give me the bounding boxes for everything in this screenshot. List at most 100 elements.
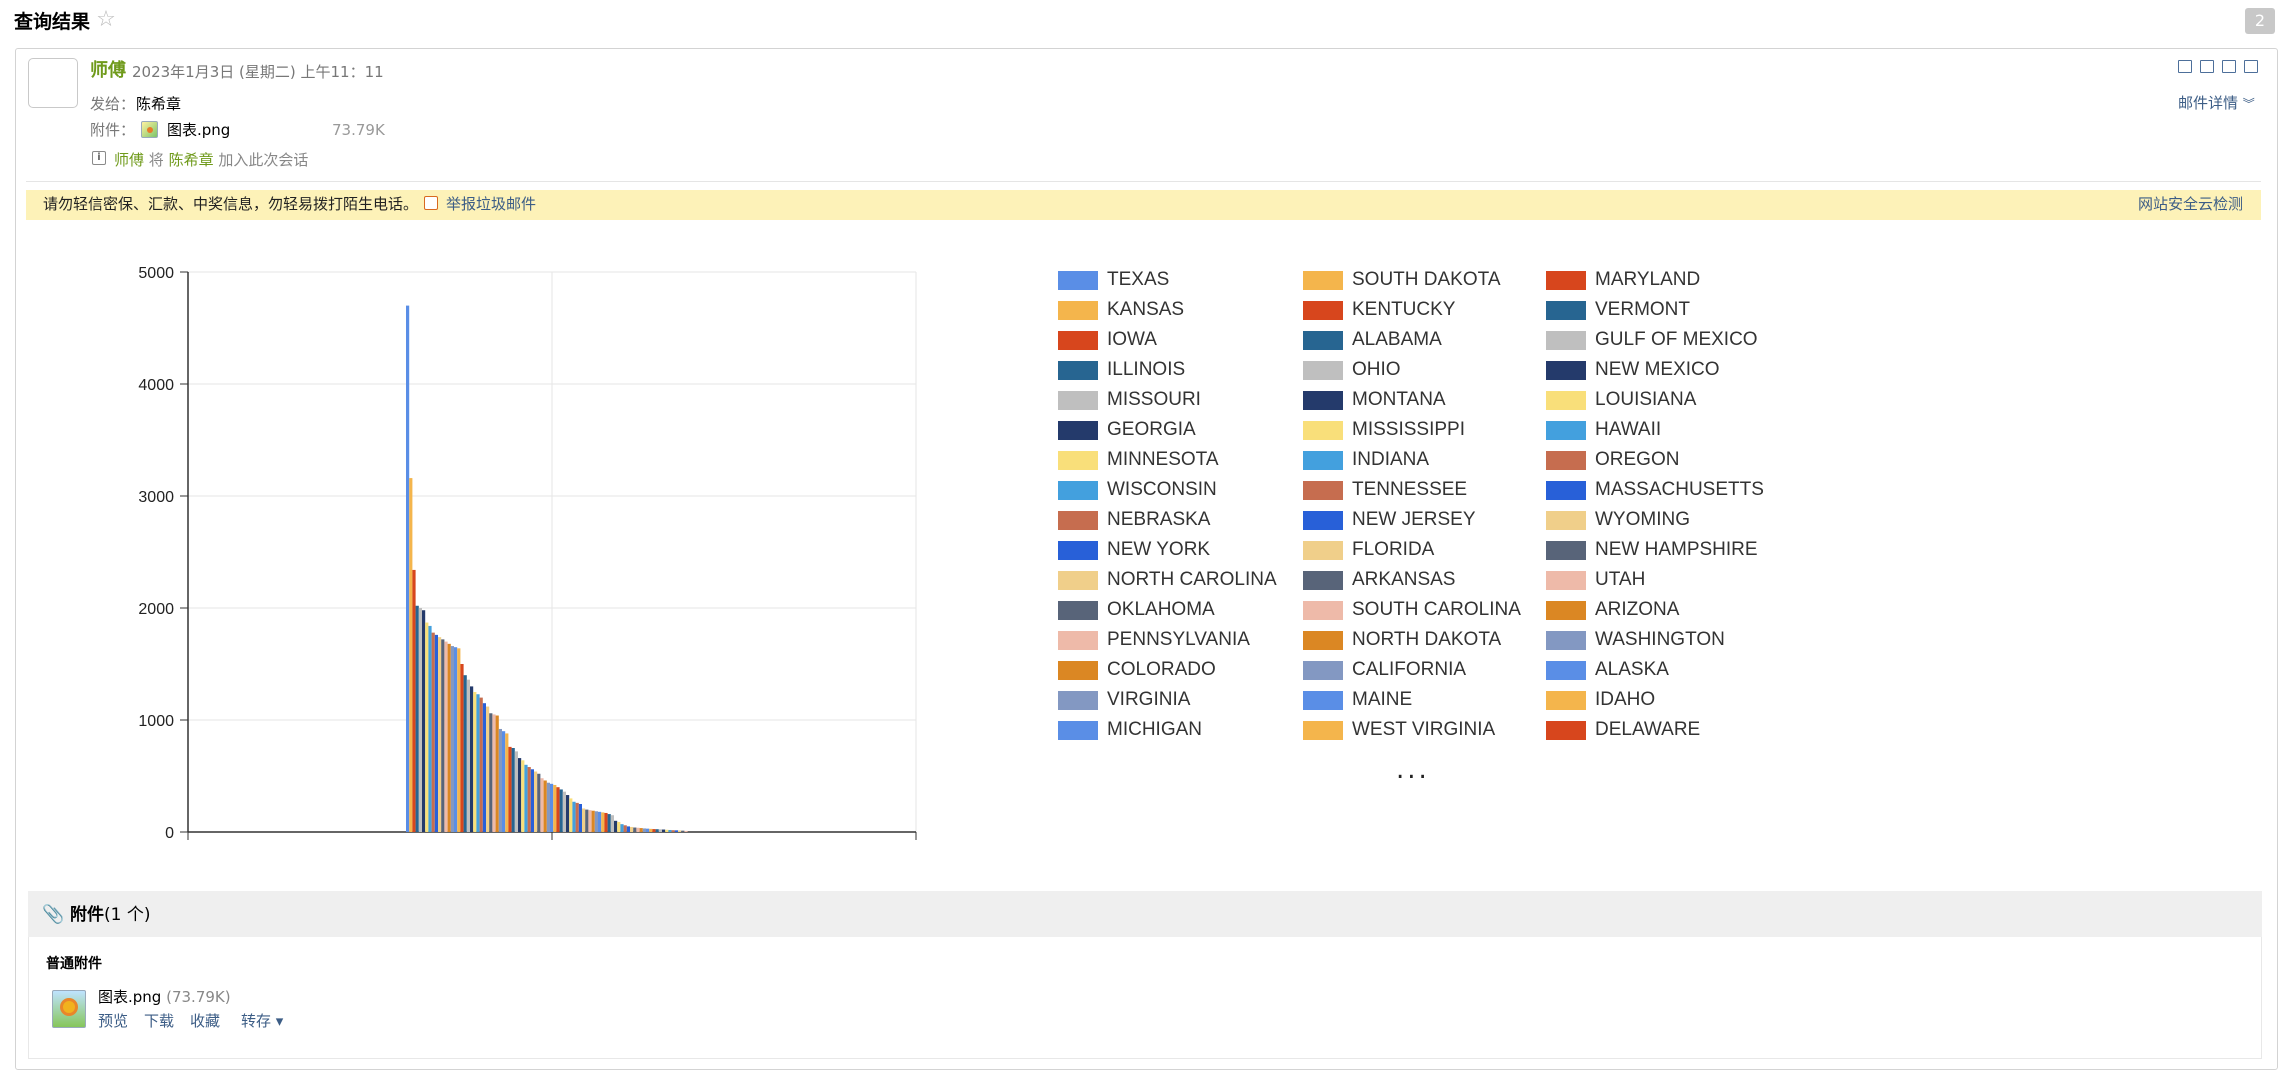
- chart-bar: [470, 686, 474, 832]
- legend-swatch: [1546, 721, 1586, 740]
- chart-bar: [460, 664, 464, 832]
- chart-bar: [511, 748, 515, 832]
- chart-bar: [444, 641, 448, 832]
- attach-file-name[interactable]: 图表.png: [167, 119, 230, 141]
- chart-bar: [546, 782, 550, 832]
- report-spam-icon[interactable]: [424, 196, 438, 210]
- star-icon[interactable]: ☆: [94, 7, 118, 33]
- avatar[interactable]: [28, 58, 78, 108]
- chart-bar: [671, 830, 675, 832]
- chart-bar: [502, 731, 506, 832]
- chart-bar: [412, 569, 416, 832]
- y-tick-label: 4000: [138, 377, 174, 394]
- legend-swatch: [1303, 541, 1343, 560]
- chart-bar: [409, 478, 413, 832]
- chart-bar: [431, 632, 435, 832]
- chart-bar: [479, 697, 483, 832]
- legend-swatch: [1546, 481, 1586, 500]
- legend-label: LOUISIANA: [1595, 389, 1697, 410]
- save-to-link[interactable]: 转存 ▾: [241, 1010, 283, 1032]
- chart-bar: [415, 605, 419, 832]
- legend-label: NEW MEXICO: [1595, 359, 1720, 380]
- legend-label: KENTUCKY: [1352, 299, 1456, 320]
- report-spam-link[interactable]: 举报垃圾邮件: [446, 193, 536, 215]
- security-check-link[interactable]: 网站安全云检测: [2138, 193, 2243, 215]
- attachment-header: [28, 891, 2262, 937]
- chart-bar: [626, 826, 630, 832]
- source-view-icon[interactable]: [2200, 60, 2214, 73]
- legend-swatch: [1303, 421, 1343, 440]
- chart-bar: [636, 827, 640, 832]
- legend-swatch: [1546, 631, 1586, 650]
- chart-bar: [601, 812, 605, 832]
- chart-bar: [655, 829, 659, 832]
- chart-bar: [652, 829, 656, 832]
- chart-bar: [454, 647, 458, 832]
- chart-bar: [466, 679, 470, 832]
- legend-label: HAWAII: [1595, 419, 1662, 440]
- conversation-action: 加入此次会话: [218, 151, 309, 169]
- chart-bar: [489, 713, 493, 832]
- legend-label: WASHINGTON: [1595, 629, 1725, 650]
- chart-bar: [668, 829, 672, 832]
- mail-detail-label: 邮件详情: [2178, 94, 2239, 112]
- chart-bar: [610, 815, 614, 832]
- legend-more: ...: [1396, 755, 1430, 785]
- legend-swatch: [1058, 631, 1098, 650]
- paperclip-icon: 📎: [42, 904, 65, 925]
- legend-label: GEORGIA: [1107, 419, 1196, 440]
- y-tick-label: 2000: [138, 601, 174, 618]
- download-link[interactable]: 下载: [144, 1010, 174, 1032]
- to-value[interactable]: 陈希章: [136, 93, 181, 115]
- y-tick-label: 5000: [138, 265, 174, 282]
- chart-bar: [418, 608, 422, 832]
- chart-bar: [620, 824, 624, 832]
- chart-bar: [649, 828, 653, 832]
- chart-bar: [482, 703, 486, 832]
- print-icon[interactable]: [2244, 60, 2258, 73]
- page-title: 查询结果: [14, 11, 91, 33]
- legend-swatch: [1058, 721, 1098, 740]
- legend-label: ARIZONA: [1595, 599, 1680, 620]
- favorite-link[interactable]: 收藏: [190, 1010, 220, 1032]
- chart-bar: [473, 692, 477, 832]
- save-icon[interactable]: [2222, 60, 2236, 73]
- message-count-badge[interactable]: 2: [2245, 8, 2275, 34]
- image-file-icon: [141, 121, 158, 138]
- legend-swatch: [1058, 301, 1098, 320]
- legend-label: NORTH DAKOTA: [1352, 629, 1502, 650]
- chart-bar: [591, 810, 595, 832]
- chart-bar: [524, 764, 528, 832]
- sender-name[interactable]: 师傅: [90, 58, 126, 84]
- legend-swatch: [1546, 361, 1586, 380]
- legend-label: VERMONT: [1595, 299, 1690, 320]
- legend-swatch: [1303, 391, 1343, 410]
- chart-bar: [639, 828, 643, 832]
- chart-bar: [633, 827, 637, 832]
- legend-swatch: [1546, 421, 1586, 440]
- y-tick-label: 0: [165, 825, 174, 842]
- legend-swatch: [1303, 571, 1343, 590]
- preview-link[interactable]: 预览: [98, 1010, 128, 1032]
- legend-swatch: [1303, 691, 1343, 710]
- header-divider: [26, 181, 2261, 182]
- bar-chart: 0 1000 2000 3000 4000 5000: [138, 265, 917, 842]
- conversation-target-link[interactable]: 陈希章: [169, 151, 214, 169]
- legend-swatch: [1546, 601, 1586, 620]
- chart-bar: [630, 826, 634, 832]
- legend-label: ALASKA: [1595, 659, 1669, 680]
- chart-bar: [681, 830, 685, 832]
- mail-detail-link[interactable]: 邮件详情 ︾: [2178, 92, 2255, 115]
- image-thumbnail-icon[interactable]: [52, 990, 86, 1028]
- conversation-sender-link[interactable]: 师傅: [114, 151, 144, 169]
- chart-bar: [585, 809, 589, 832]
- chart-bar: [662, 829, 666, 832]
- legend-label: ILLINOIS: [1107, 359, 1186, 380]
- legend-label: FLORIDA: [1352, 539, 1435, 560]
- attachment-file-name[interactable]: 图表.png: [98, 988, 161, 1006]
- legend-label: MAINE: [1352, 689, 1413, 710]
- new-window-icon[interactable]: [2178, 60, 2192, 73]
- chart-bar: [514, 751, 518, 832]
- legend-swatch: [1058, 421, 1098, 440]
- legend-swatch: [1303, 331, 1343, 350]
